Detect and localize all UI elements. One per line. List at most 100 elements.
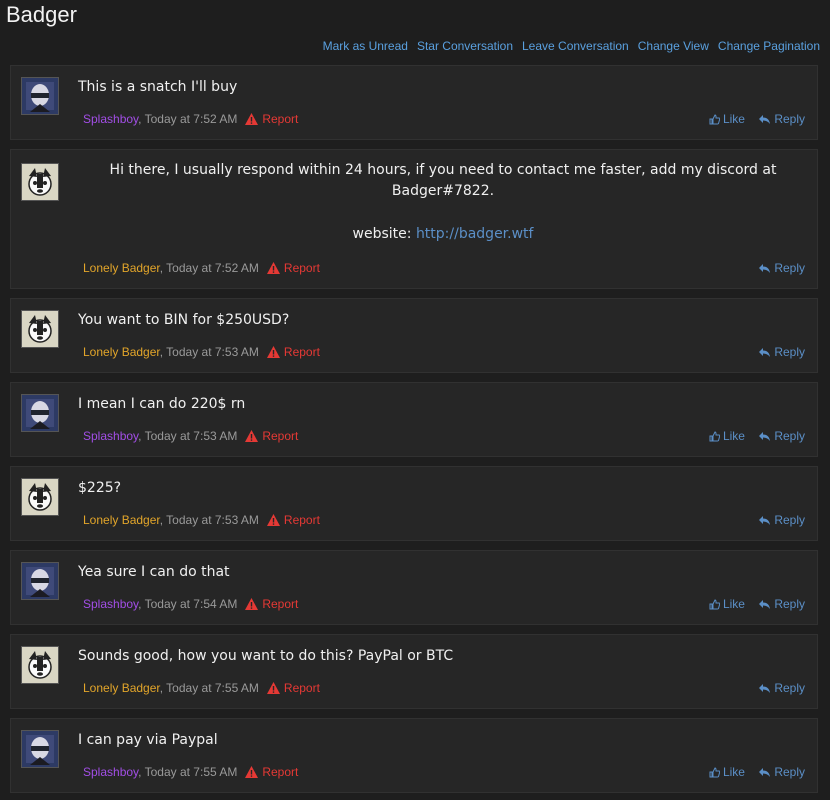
lonely-badger-avatar[interactable]	[21, 163, 59, 201]
report-label: Report	[283, 345, 320, 359]
splashboy-avatar[interactable]	[21, 562, 59, 600]
reply-button[interactable]: Reply	[758, 597, 805, 611]
reply-button[interactable]: Reply	[758, 681, 805, 695]
message-6: Sounds good, how you want to do this? Pa…	[10, 634, 818, 709]
change-view-link[interactable]: Change View	[638, 39, 709, 53]
like-button[interactable]: Like	[709, 429, 745, 443]
report-label: Report	[262, 765, 299, 779]
like-button[interactable]: Like	[709, 112, 745, 126]
splashboy-avatar[interactable]	[21, 730, 59, 768]
report-button[interactable]: Report	[245, 112, 298, 126]
message-3: I mean I can do 220$ rn Splashboy, Today…	[10, 382, 818, 457]
timestamp[interactable]: , Today at 7:53 AM	[160, 513, 259, 527]
report-button[interactable]: Report	[266, 345, 320, 359]
author-name[interactable]: Lonely Badger	[83, 513, 160, 527]
message-controls: Reply	[758, 261, 805, 275]
timestamp[interactable]: , Today at 7:54 AM	[138, 597, 237, 611]
message-controls: Like Reply	[709, 597, 805, 611]
reply-button[interactable]: Reply	[758, 261, 805, 275]
splashboy-avatar[interactable]	[21, 394, 59, 432]
reply-icon	[759, 684, 771, 693]
reply-label: Reply	[774, 261, 805, 275]
message-meta: Splashboy, Today at 7:54 AM Report	[83, 597, 298, 611]
author-name[interactable]: Lonely Badger	[83, 345, 160, 359]
message-text: Sounds good, how you want to do this? Pa…	[78, 648, 454, 664]
reply-button[interactable]: Reply	[758, 765, 805, 779]
warning-icon	[266, 346, 280, 358]
message-meta: Lonely Badger, Today at 7:52 AM Report	[83, 261, 320, 275]
report-button[interactable]: Report	[245, 765, 298, 779]
author-name[interactable]: Splashboy	[83, 765, 138, 779]
timestamp[interactable]: , Today at 7:53 AM	[138, 429, 237, 443]
like-button[interactable]: Like	[709, 597, 745, 611]
thumbs-up-icon	[709, 767, 721, 778]
author-name[interactable]: Lonely Badger	[83, 681, 160, 695]
message-text: I mean I can do 220$ rn	[78, 396, 246, 412]
message-1: This is a snatch I'll buy Splashboy, Tod…	[10, 65, 818, 140]
report-label: Report	[283, 681, 320, 695]
report-label: Report	[262, 429, 299, 443]
reply-label: Reply	[774, 597, 805, 611]
author-name[interactable]: Splashboy	[83, 429, 138, 443]
reply-button[interactable]: Reply	[758, 345, 805, 359]
leave-conversation-link[interactable]: Leave Conversation	[522, 39, 629, 53]
author-name[interactable]: Splashboy	[83, 112, 138, 126]
change-pagination-link[interactable]: Change Pagination	[718, 39, 820, 53]
conversation-actions: Mark as Unread Star Conversation Leave C…	[323, 39, 820, 53]
star-conversation-link[interactable]: Star Conversation	[417, 39, 513, 53]
reply-label: Reply	[774, 112, 805, 126]
report-button[interactable]: Report	[266, 261, 320, 275]
like-label: Like	[722, 765, 745, 779]
report-label: Report	[262, 112, 299, 126]
message-controls: Like Reply	[709, 765, 805, 779]
warning-icon	[266, 262, 280, 274]
message-meta: Lonely Badger, Today at 7:53 AM Report	[83, 513, 320, 527]
message-text: I can pay via Paypal	[78, 732, 218, 748]
reply-icon	[759, 432, 771, 441]
message-7: I can pay via Paypal Splashboy, Today at…	[10, 718, 818, 793]
timestamp[interactable]: , Today at 7:52 AM	[160, 261, 259, 275]
thumbs-up-icon	[709, 599, 721, 610]
warning-icon	[266, 682, 280, 694]
timestamp[interactable]: , Today at 7:53 AM	[160, 345, 259, 359]
report-label: Report	[283, 261, 320, 275]
like-button[interactable]: Like	[709, 765, 745, 779]
message-meta: Lonely Badger, Today at 7:53 AM Report	[83, 345, 320, 359]
splashboy-avatar[interactable]	[21, 77, 59, 115]
intro-line-1: Hi there, I usually respond within 24 ho…	[109, 162, 777, 178]
timestamp[interactable]: , Today at 7:55 AM	[138, 765, 237, 779]
lonely-badger-avatar[interactable]	[21, 646, 59, 684]
lonely-badger-avatar[interactable]	[21, 478, 59, 516]
message-meta: Splashboy, Today at 7:52 AM Report	[83, 112, 298, 126]
reply-icon	[759, 600, 771, 609]
report-button[interactable]: Report	[245, 429, 298, 443]
reply-icon	[759, 264, 771, 273]
like-label: Like	[722, 429, 745, 443]
message-meta: Splashboy, Today at 7:55 AM Report	[83, 765, 298, 779]
report-button[interactable]: Report	[245, 597, 298, 611]
website-link[interactable]: http://badger.wtf	[416, 226, 534, 242]
author-name[interactable]: Splashboy	[83, 597, 138, 611]
timestamp[interactable]: , Today at 7:55 AM	[160, 681, 259, 695]
reply-button[interactable]: Reply	[758, 513, 805, 527]
message-text: This is a snatch I'll buy	[78, 79, 238, 95]
lonely-badger-avatar[interactable]	[21, 310, 59, 348]
message-meta: Splashboy, Today at 7:53 AM Report	[83, 429, 298, 443]
report-label: Report	[283, 513, 320, 527]
warning-icon	[266, 514, 280, 526]
reply-label: Reply	[774, 345, 805, 359]
author-name[interactable]: Lonely Badger	[83, 261, 160, 275]
warning-icon	[245, 766, 259, 778]
intro-text: Hi there, I usually respond within 24 ho…	[78, 160, 808, 245]
report-button[interactable]: Report	[266, 681, 320, 695]
report-label: Report	[262, 597, 299, 611]
intro-message: Hi there, I usually respond within 24 ho…	[10, 149, 818, 289]
timestamp[interactable]: , Today at 7:52 AM	[138, 112, 237, 126]
mark-as-unread-link[interactable]: Mark as Unread	[323, 39, 408, 53]
report-button[interactable]: Report	[266, 513, 320, 527]
thumbs-up-icon	[709, 431, 721, 442]
reply-button[interactable]: Reply	[758, 429, 805, 443]
reply-icon	[759, 768, 771, 777]
message-5: Yea sure I can do that Splashboy, Today …	[10, 550, 818, 625]
reply-button[interactable]: Reply	[758, 112, 805, 126]
